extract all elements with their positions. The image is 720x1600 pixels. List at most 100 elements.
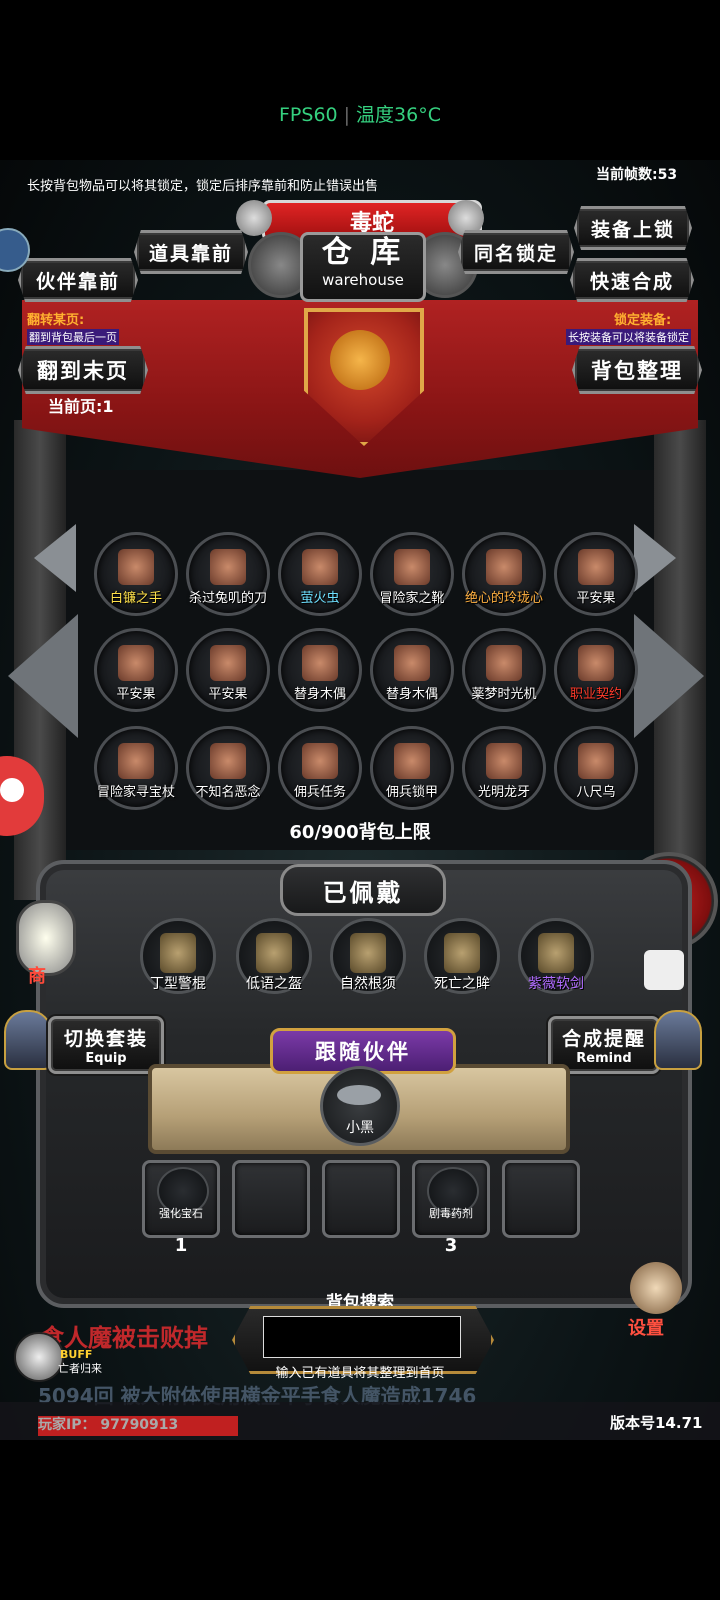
inventory-slot[interactable]: 替身木偶	[370, 628, 454, 712]
lock-tip: 长按背包物品可以将其锁定，锁定后排序靠前和防止错误出售	[27, 179, 379, 194]
warehouse-title: 仓 库	[321, 235, 405, 270]
gear-icon[interactable]	[630, 1262, 682, 1314]
equipped-slot[interactable]: 丁型警棍	[140, 918, 216, 994]
prev-small-arrow-icon[interactable]	[34, 524, 76, 592]
inventory-slot[interactable]: 冒险家寻宝杖	[94, 726, 178, 810]
warehouse-title-plate: 仓 库 warehouse	[300, 232, 426, 302]
status-bar	[0, 0, 720, 160]
partner-fish-icon	[337, 1085, 381, 1105]
green-boots-icon	[350, 933, 386, 973]
apple-icon	[210, 645, 246, 681]
combine-remind-sublabel: Remind	[576, 1051, 632, 1066]
frame-count: 当前帧数:53	[596, 167, 678, 183]
fps-value: FPS60	[279, 104, 338, 126]
settings-label: 设置	[628, 1318, 664, 1339]
same-name-lock-button[interactable]: 同名锁定	[458, 230, 574, 274]
inventory-slot[interactable]: 佣兵锁甲	[370, 726, 454, 810]
shop-label: 商	[28, 966, 46, 987]
equip-lock-button[interactable]: 装备上锁	[574, 206, 692, 250]
items-front-button[interactable]: 道具靠前	[134, 230, 248, 274]
inventory-slot[interactable]: 光明龙牙	[462, 726, 546, 810]
consumable-count: 3	[444, 1235, 458, 1256]
prev-page-arrow-icon[interactable]	[8, 614, 78, 738]
time-machine-icon	[486, 645, 522, 681]
equipped-slot[interactable]: 紫薇软剑	[518, 918, 594, 994]
buff-sub: 亡者归来	[58, 1362, 102, 1375]
search-input[interactable]	[263, 1316, 461, 1358]
search-hint: 输入已有道具将其整理到首页	[275, 1366, 445, 1381]
lock-equip-title: 锁定装备:	[614, 313, 672, 328]
inventory-slot[interactable]: 替身木偶	[278, 628, 362, 712]
inventory-slot[interactable]: 佣兵任务	[278, 726, 362, 810]
flip-page-desc: 翻到背包最后一页	[27, 329, 119, 345]
apple-icon	[578, 549, 614, 585]
baton-icon	[160, 933, 196, 973]
switch-set-sublabel: Equip	[85, 1051, 127, 1066]
inventory-slot[interactable]: 冒险家之靴	[370, 532, 454, 616]
inventory-slot[interactable]: 薬梦时光机	[462, 628, 546, 712]
equipped-slot[interactable]: 死亡之眸	[424, 918, 500, 994]
inventory-slot[interactable]: 绝心的玲珑心	[462, 532, 546, 616]
equipped-slot[interactable]: 自然根须	[330, 918, 406, 994]
inventory-slot[interactable]: 白镰之手	[94, 532, 178, 616]
inventory-item-label: 职业契约	[569, 687, 622, 702]
inventory-item-label: 平安果	[576, 591, 616, 606]
combine-remind-label: 合成提醒	[561, 1028, 646, 1050]
inventory-slot[interactable]: 职业契约	[554, 628, 638, 712]
consumable-label: 剧毒药剂	[429, 1207, 473, 1220]
horn-icon	[302, 743, 338, 779]
warehouse-subtitle: warehouse	[322, 271, 404, 289]
consumable-slot[interactable]	[232, 1160, 310, 1238]
helmet-icon	[256, 933, 292, 973]
last-page-button[interactable]: 翻到末页	[18, 346, 148, 394]
consumable-slot[interactable]: 强化宝石 1	[142, 1160, 220, 1256]
crow-icon	[578, 743, 614, 779]
skull-buff-icon	[14, 1332, 64, 1382]
bag-capacity: 60/900背包上限	[289, 822, 431, 843]
fps-overlay: FPS60 | 温度36°C	[279, 104, 441, 126]
player-ip: 玩家IP： 97790913	[38, 1417, 179, 1433]
next-page-arrow-icon[interactable]	[634, 614, 704, 738]
inventory-slot[interactable]: 平安果	[186, 628, 270, 712]
current-page: 当前页:1	[48, 397, 114, 416]
dice-icon[interactable]	[644, 950, 684, 990]
inventory-slot[interactable]: 杀过兔叽的刀	[186, 532, 270, 616]
switch-set-button[interactable]: 切换套装 Equip	[48, 1016, 164, 1074]
inventory-slot[interactable]: 不知名恶念	[186, 726, 270, 810]
temperature: 温度36°C	[356, 104, 441, 126]
boots-icon	[394, 549, 430, 585]
inventory-slot[interactable]: 平安果	[94, 628, 178, 712]
knife-icon	[210, 549, 246, 585]
inventory-slot[interactable]: 萤火虫	[278, 532, 362, 616]
bottom-black-area	[0, 1440, 720, 1600]
flip-page-title: 翻转某页:	[27, 313, 85, 328]
firefly-icon	[302, 549, 338, 585]
helmet-left-icon	[4, 1010, 52, 1070]
partner-slot[interactable]: 小黑	[320, 1066, 400, 1146]
consumable-label: 强化宝石	[159, 1207, 203, 1220]
switch-set-label: 切换套装	[63, 1028, 148, 1050]
partner-front-button[interactable]: 伙伴靠前	[18, 258, 138, 302]
wooden-doll-icon	[302, 645, 338, 681]
quick-combine-button[interactable]: 快速合成	[570, 258, 694, 302]
red-drop-icon	[486, 549, 522, 585]
lock-equip-desc: 长按装备可以将装备锁定	[566, 329, 691, 345]
lion-emblem-icon	[330, 330, 390, 390]
equipped-slot[interactable]: 低语之盔	[236, 918, 312, 994]
equipped-title: 已佩戴	[280, 864, 446, 916]
consumable-slot[interactable]	[322, 1160, 400, 1238]
helmet-right-icon	[654, 1010, 702, 1070]
shop-icon[interactable]	[16, 900, 76, 976]
inventory-slot[interactable]: 八尺乌	[554, 726, 638, 810]
next-small-arrow-icon[interactable]	[634, 524, 676, 592]
wooden-doll-icon	[394, 645, 430, 681]
consumable-count: 1	[174, 1235, 188, 1256]
consumable-slot[interactable]	[502, 1160, 580, 1238]
scroll-icon	[578, 645, 614, 681]
partner-name: 小黑	[346, 1120, 374, 1136]
staff-icon	[118, 743, 154, 779]
sort-bag-button[interactable]: 背包整理	[572, 346, 702, 394]
apple-icon	[118, 645, 154, 681]
consumable-slot[interactable]: 剧毒药剂 3	[412, 1160, 490, 1256]
inventory-slot[interactable]: 平安果	[554, 532, 638, 616]
